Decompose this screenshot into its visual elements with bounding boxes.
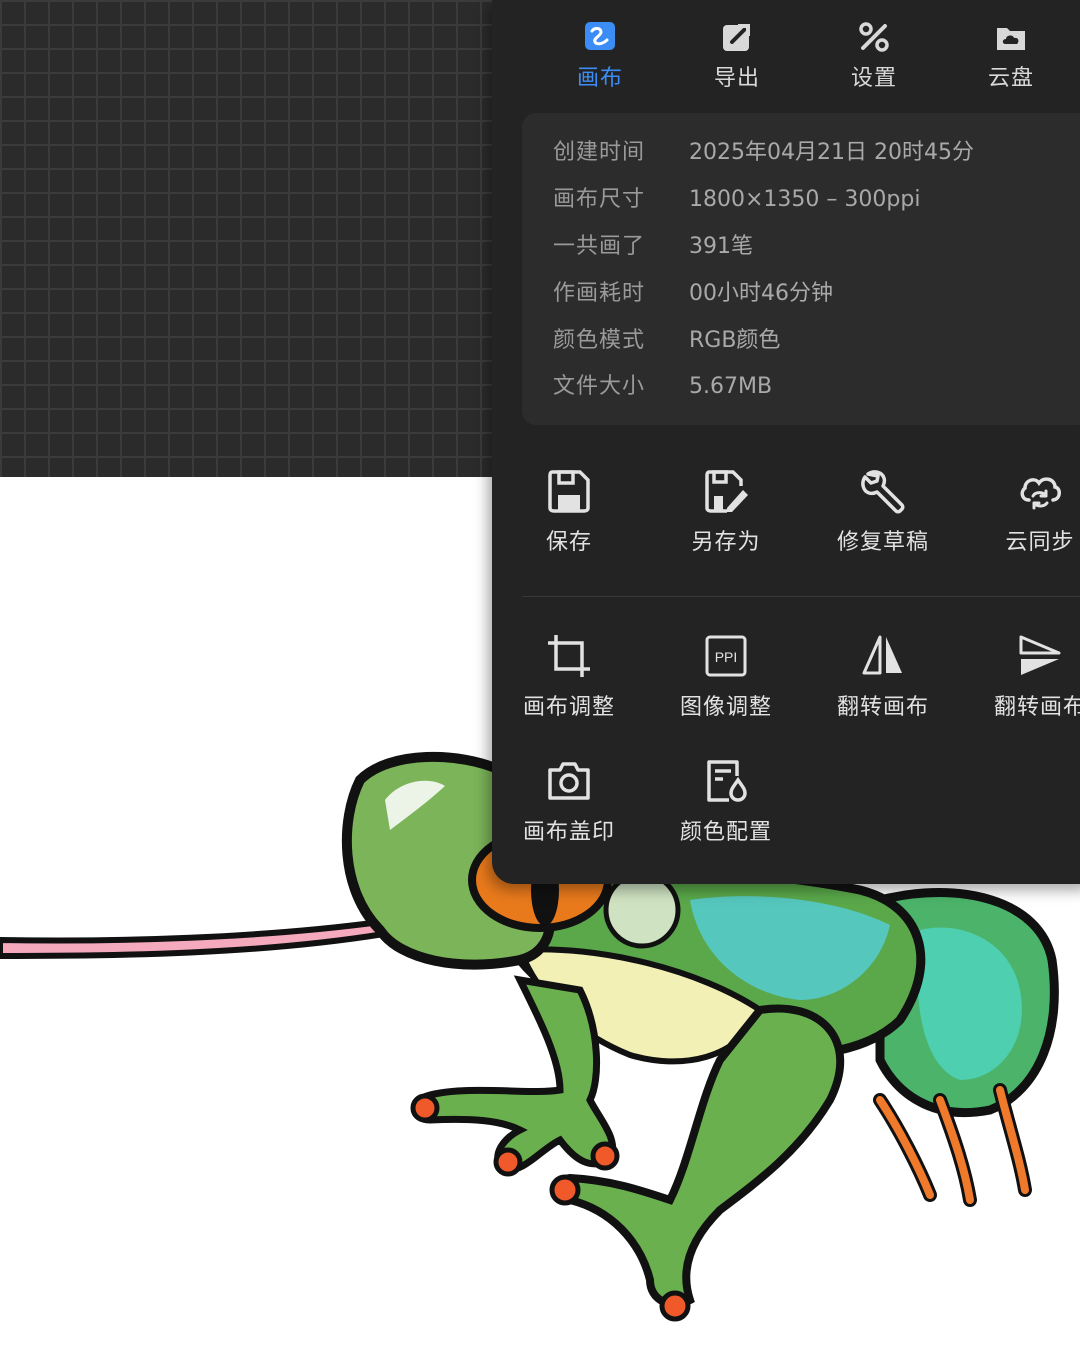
app-screen: 画布 导出 设置 云盘 创建时间 2025年04月21日 20时45分 画布尺寸…	[0, 0, 1080, 1371]
save-icon	[548, 470, 590, 513]
info-key: 作画耗时	[553, 281, 646, 306]
ppi-icon: PPI	[705, 635, 747, 677]
canvas-stamp-button[interactable]: 画布盖印	[499, 758, 639, 868]
color-config-icon	[707, 760, 747, 802]
flip-horizontal-button[interactable]: 翻转画布	[813, 633, 953, 743]
info-value: 391笔	[689, 234, 753, 259]
info-row-duration: 作画耗时 00小时46分钟	[553, 279, 833, 309]
export-icon	[723, 24, 750, 51]
crop-icon	[548, 635, 590, 677]
save-as-icon	[705, 470, 748, 513]
repair-draft-button[interactable]: 修复草稿	[813, 468, 953, 578]
image-adjust-label: 图像调整	[679, 695, 772, 720]
flip-horizontal-label: 翻转画布	[836, 695, 929, 720]
info-value: 5.67MB	[689, 374, 773, 399]
panel-tabs: 画布 导出 设置 云盘	[492, 14, 1080, 104]
tab-cloud-drive[interactable]: 云盘	[956, 14, 1066, 100]
color-config-label: 颜色配置	[679, 820, 772, 845]
info-value: 2025年04月21日 20时45分	[689, 140, 974, 165]
info-key: 画布尺寸	[553, 187, 646, 212]
info-value: 00小时46分钟	[689, 281, 833, 306]
canvas-info-card: 创建时间 2025年04月21日 20时45分 画布尺寸 1800×1350 – 3…	[522, 113, 1080, 425]
settings-icon	[859, 22, 889, 52]
info-key: 创建时间	[553, 140, 646, 165]
flip-vertical-label: 翻转画布	[993, 695, 1080, 720]
tab-cloud-drive-label: 云盘	[987, 66, 1034, 91]
save-label: 保存	[545, 530, 592, 555]
save-as-label: 另存为	[691, 530, 761, 555]
color-config-button[interactable]: 颜色配置	[656, 758, 796, 868]
canvas-stamp-label: 画布盖印	[522, 820, 615, 845]
frog-tongue	[0, 918, 388, 960]
info-value: 1800×1350 – 300ppi	[689, 187, 921, 212]
info-row-file-size: 文件大小 5.67MB	[553, 372, 772, 402]
tab-export-label: 导出	[713, 66, 760, 91]
camera-icon	[548, 762, 590, 800]
section-divider	[522, 596, 1080, 597]
info-row-color-mode: 颜色模式 RGB颜色	[553, 326, 780, 356]
canvas-adjust-label: 画布调整	[522, 695, 615, 720]
info-key: 文件大小	[553, 374, 646, 399]
flip-horizontal-icon	[862, 635, 902, 675]
tab-export[interactable]: 导出	[682, 14, 792, 100]
cloud-drive-icon	[997, 28, 1025, 50]
info-key: 一共画了	[553, 234, 646, 259]
info-row-size: 画布尺寸 1800×1350 – 300ppi	[553, 185, 920, 215]
canvas-icon	[585, 22, 615, 50]
flip-vertical-button[interactable]: 翻转画布	[970, 633, 1080, 743]
cloud-sync-icon	[1020, 477, 1061, 510]
canvas-adjust-button[interactable]: 画布调整	[499, 633, 639, 743]
tab-settings[interactable]: 设置	[819, 14, 929, 100]
save-button[interactable]: 保存	[499, 468, 639, 578]
tab-settings-label: 设置	[850, 66, 897, 91]
repair-draft-label: 修复草稿	[836, 530, 929, 555]
flip-vertical-icon	[1019, 635, 1061, 675]
tab-canvas-label: 画布	[576, 66, 623, 91]
frog-front-leg	[411, 975, 617, 1174]
frog-eardrum	[603, 871, 681, 949]
cloud-sync-button[interactable]: 云同步	[970, 468, 1080, 578]
save-as-button[interactable]: 另存为	[656, 468, 796, 578]
image-adjust-button[interactable]: PPI 图像调整	[656, 633, 796, 743]
info-key: 颜色模式	[553, 328, 646, 353]
canvas-menu-panel: 画布 导出 设置 云盘 创建时间 2025年04月21日 20时45分 画布尺寸…	[492, 0, 1080, 884]
info-value: RGB颜色	[689, 328, 781, 353]
svg-text:PPI: PPI	[715, 649, 738, 665]
info-row-strokes: 一共画了 391笔	[553, 232, 753, 262]
cloud-sync-label: 云同步	[1005, 530, 1075, 555]
tab-canvas[interactable]: 画布	[545, 14, 655, 100]
info-row-created: 创建时间 2025年04月21日 20时45分	[553, 138, 974, 168]
wrench-icon	[861, 470, 905, 514]
